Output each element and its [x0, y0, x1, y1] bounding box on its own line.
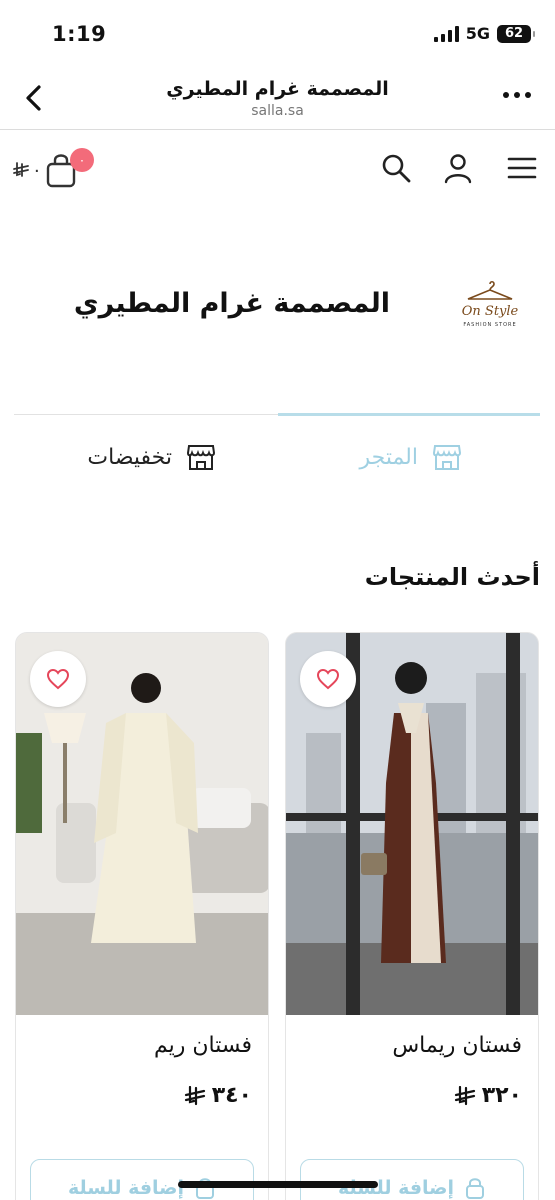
product-card[interactable]: فستان ريم ٣٤٠ إضافة للسلة — [15, 632, 269, 1200]
status-time: 1:19 — [52, 22, 107, 46]
lock-icon — [466, 1178, 485, 1199]
network-label: 5G — [465, 24, 490, 43]
page-title: المصممة غرام المطيري — [166, 78, 389, 100]
logo-subtext: FASHION STORE — [463, 322, 517, 328]
favorite-button[interactable] — [30, 651, 86, 707]
hanger-icon — [467, 280, 513, 300]
product-price: ٣٢٠ — [454, 1083, 522, 1108]
product-image[interactable] — [286, 633, 538, 1015]
active-tab-indicator — [278, 413, 540, 416]
store-name: المصممة غرام المطيري — [73, 288, 390, 319]
riyal-icon — [13, 162, 29, 177]
riyal-icon — [184, 1085, 205, 1105]
signal-icon — [433, 25, 459, 42]
cart-total-value: ٠ — [32, 159, 42, 181]
status-bar: 1:19 5G 62 — [0, 0, 555, 68]
heart-icon — [46, 668, 70, 690]
add-to-cart-button[interactable]: إضافة للسلة — [300, 1159, 524, 1200]
heart-icon — [316, 668, 340, 690]
product-name[interactable]: فستان ريم — [154, 1033, 252, 1058]
user-icon[interactable] — [442, 152, 474, 184]
product-price: ٣٤٠ — [184, 1083, 252, 1108]
add-to-cart-button[interactable]: إضافة للسلة — [30, 1159, 254, 1200]
store-logo: On Style FASHION STORE — [445, 280, 535, 370]
cart-count-badge: ٠ — [70, 148, 94, 172]
battery-icon: 62 — [497, 24, 535, 43]
product-card[interactable]: فستان ريماس ٣٢٠ إضافة للسلة — [285, 632, 539, 1200]
store-tabs: المتجر تخفيضات — [14, 413, 540, 504]
product-image[interactable] — [16, 633, 268, 1015]
tab-discounts-label: تخفيضات — [87, 444, 172, 470]
favorite-button[interactable] — [300, 651, 356, 707]
store-nav — [0, 130, 555, 215]
price-value: ٣٢٠ — [481, 1083, 522, 1108]
product-name[interactable]: فستان ريماس — [392, 1033, 522, 1058]
cart-total: ٠ — [12, 160, 42, 181]
logo-text: On Style — [461, 304, 519, 319]
search-icon[interactable] — [380, 152, 412, 184]
section-title: أحدث المنتجات — [364, 563, 540, 591]
battery-level: 62 — [504, 26, 524, 41]
price-value: ٣٤٠ — [211, 1083, 252, 1108]
more-options-button[interactable] — [503, 92, 531, 98]
store-icon — [186, 445, 216, 470]
add-to-cart-label: إضافة للسلة — [67, 1177, 185, 1199]
home-indicator[interactable] — [178, 1181, 378, 1188]
status-indicators: 5G 62 — [433, 24, 535, 43]
hamburger-menu-icon[interactable] — [506, 152, 538, 184]
tab-store-label: المتجر — [359, 444, 418, 470]
riyal-icon — [454, 1085, 475, 1105]
browser-header: المصممة غرام المطيري salla.sa — [0, 68, 555, 130]
lock-icon — [196, 1178, 215, 1199]
store-icon — [432, 445, 462, 470]
tab-discounts[interactable]: تخفيضات — [87, 443, 216, 471]
cart-button[interactable]: ٠ — [12, 148, 78, 192]
page-url: salla.sa — [251, 103, 304, 119]
tab-store[interactable]: المتجر — [359, 443, 462, 471]
